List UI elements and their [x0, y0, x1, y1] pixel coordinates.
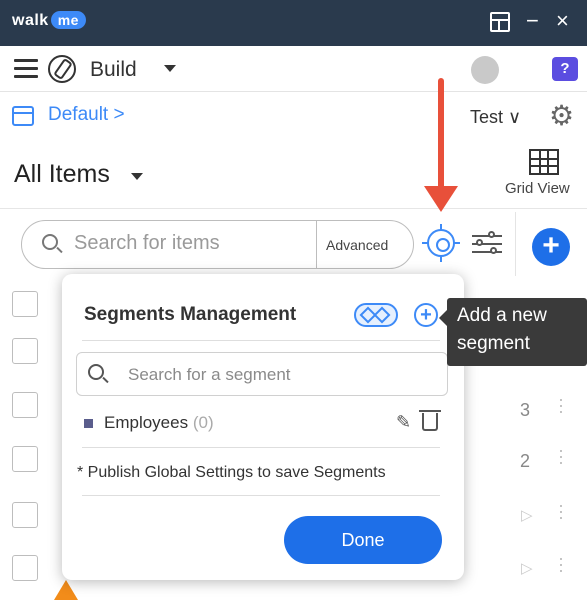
gear-icon[interactable]: ⚙ — [549, 102, 574, 130]
environment-selector[interactable]: Default > — [48, 104, 125, 126]
advanced-search-button[interactable]: Advanced — [326, 237, 388, 253]
grid-view-label[interactable]: Grid View — [505, 180, 570, 197]
select-all-checkbox[interactable] — [12, 291, 38, 317]
publish-note: * Publish Global Settings to save Segmen… — [77, 464, 386, 481]
walkme-logo: walk me — [12, 11, 86, 30]
layout-toggle-icon[interactable] — [490, 12, 510, 32]
search-icon — [88, 364, 104, 380]
add-item-button[interactable]: + — [532, 228, 570, 266]
warning-icon — [54, 580, 78, 600]
trash-icon[interactable] — [419, 410, 441, 431]
search-placeholder: Search for items — [74, 232, 220, 254]
segment-search-placeholder: Search for a segment — [128, 365, 291, 384]
play-icon[interactable]: ▷ — [521, 506, 533, 524]
mode-label[interactable]: Build — [90, 58, 137, 82]
segment-item[interactable]: Employees (0) — [104, 413, 214, 433]
more-options-icon[interactable]: · · · — [558, 496, 564, 526]
done-button[interactable]: Done — [284, 516, 442, 564]
all-items-dropdown[interactable]: All Items — [14, 160, 110, 189]
more-options-icon[interactable]: · · · — [558, 390, 564, 420]
play-icon[interactable]: ▷ — [521, 559, 533, 577]
segment-color-swatch — [84, 419, 93, 428]
segment-count: (0) — [192, 413, 214, 432]
add-segment-icon[interactable]: + — [414, 303, 438, 327]
build-mode-icon — [48, 55, 76, 83]
divider — [82, 447, 440, 448]
title-bar: walk me − × — [0, 0, 587, 46]
minimize-button[interactable]: − — [526, 8, 539, 34]
menu-icon[interactable] — [14, 59, 38, 79]
row-checkbox[interactable] — [12, 392, 38, 418]
environment-icon — [12, 106, 34, 126]
divider — [82, 340, 440, 341]
filter-icon[interactable] — [472, 231, 502, 256]
close-button[interactable]: × — [556, 8, 569, 34]
annotation-arrow — [438, 78, 444, 193]
mode-chevron-down-icon[interactable] — [164, 65, 176, 72]
row-checkbox[interactable] — [12, 338, 38, 364]
row-count: 3 — [520, 400, 531, 420]
row-count: 2 — [520, 451, 531, 471]
grid-view-icon[interactable] — [529, 149, 559, 175]
all-items-chevron-down-icon[interactable] — [131, 173, 143, 180]
status-indicator[interactable] — [471, 56, 499, 84]
edit-pencil-icon[interactable]: ✎ — [396, 412, 411, 433]
divider — [316, 221, 317, 268]
add-segment-tooltip: Add a new segment — [439, 298, 587, 366]
help-icon[interactable]: ? — [552, 57, 578, 81]
test-dropdown[interactable]: Test ∨ — [470, 107, 521, 128]
divider — [0, 208, 587, 209]
divider — [82, 495, 440, 496]
search-icon — [42, 234, 58, 250]
more-options-icon[interactable]: · · · — [558, 441, 564, 471]
segments-toggle-icon[interactable] — [354, 303, 398, 327]
row-checkbox[interactable] — [12, 555, 38, 581]
annotation-arrow-head — [424, 186, 458, 212]
more-options-icon[interactable]: · · · — [558, 549, 564, 579]
segments-target-icon[interactable] — [422, 224, 460, 262]
divider — [515, 212, 516, 276]
row-checkbox[interactable] — [12, 502, 38, 528]
row-checkbox[interactable] — [12, 446, 38, 472]
segments-title: Segments Management — [84, 304, 297, 325]
